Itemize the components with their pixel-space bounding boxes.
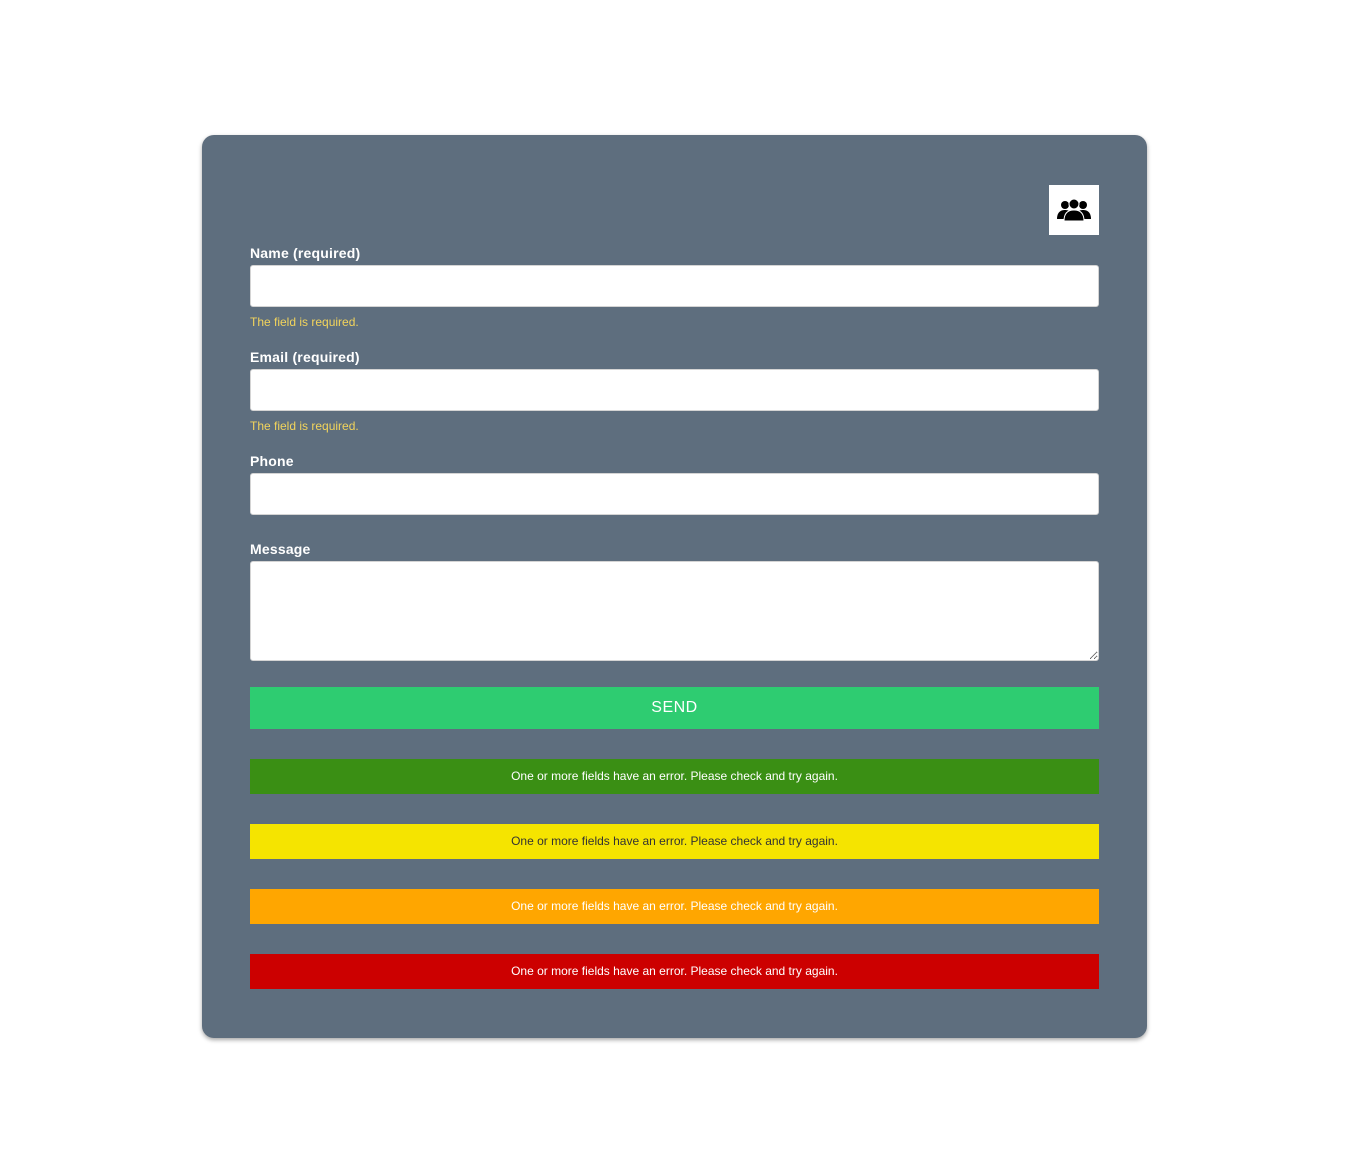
phone-label: Phone bbox=[250, 453, 294, 469]
alert-warning: One or more fields have an error. Please… bbox=[250, 824, 1099, 859]
contact-form-card: Name (required) The field is required. E… bbox=[202, 135, 1147, 1038]
phone-input[interactable] bbox=[250, 473, 1099, 515]
email-input[interactable] bbox=[250, 369, 1099, 411]
email-label: Email (required) bbox=[250, 349, 360, 365]
name-input[interactable] bbox=[250, 265, 1099, 307]
alert-caution: One or more fields have an error. Please… bbox=[250, 889, 1099, 924]
message-textarea[interactable] bbox=[250, 561, 1099, 661]
message-label: Message bbox=[250, 541, 311, 557]
team-icon bbox=[1049, 185, 1099, 235]
send-button[interactable]: SEND bbox=[250, 687, 1099, 729]
team-icon-graphic bbox=[1057, 198, 1091, 222]
alert-success: One or more fields have an error. Please… bbox=[250, 759, 1099, 794]
alert-error: One or more fields have an error. Please… bbox=[250, 954, 1099, 989]
name-label: Name (required) bbox=[250, 245, 361, 261]
name-error: The field is required. bbox=[250, 315, 359, 329]
email-error: The field is required. bbox=[250, 419, 359, 433]
